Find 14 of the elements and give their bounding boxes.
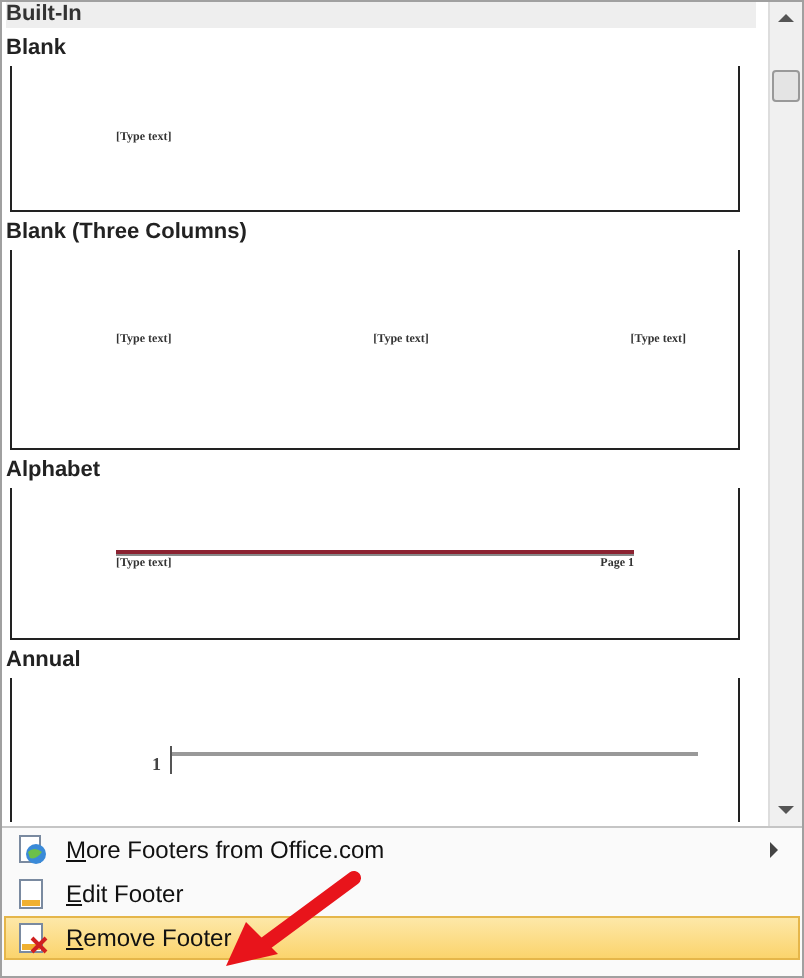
menu-item[interactable]: Remove Footer — [4, 916, 800, 960]
scroll-thumb[interactable] — [772, 70, 800, 102]
footer-style-label: Blank — [6, 34, 68, 64]
footer-preview[interactable]: 1 — [10, 678, 740, 822]
menu-item[interactable]: More Footers from Office.com — [4, 828, 800, 872]
gallery-heading: Built-In — [6, 2, 756, 28]
footer-style-label: Annual — [6, 646, 83, 676]
menu-item[interactable]: Edit Footer — [4, 872, 800, 916]
footer-style-label: Alphabet — [6, 456, 103, 486]
footer-style-label: Blank (Three Columns) — [6, 218, 249, 248]
document-icon — [16, 878, 48, 910]
document-remove-icon — [16, 922, 48, 954]
scrollbar[interactable] — [768, 2, 802, 826]
globe-page-icon — [16, 834, 48, 866]
